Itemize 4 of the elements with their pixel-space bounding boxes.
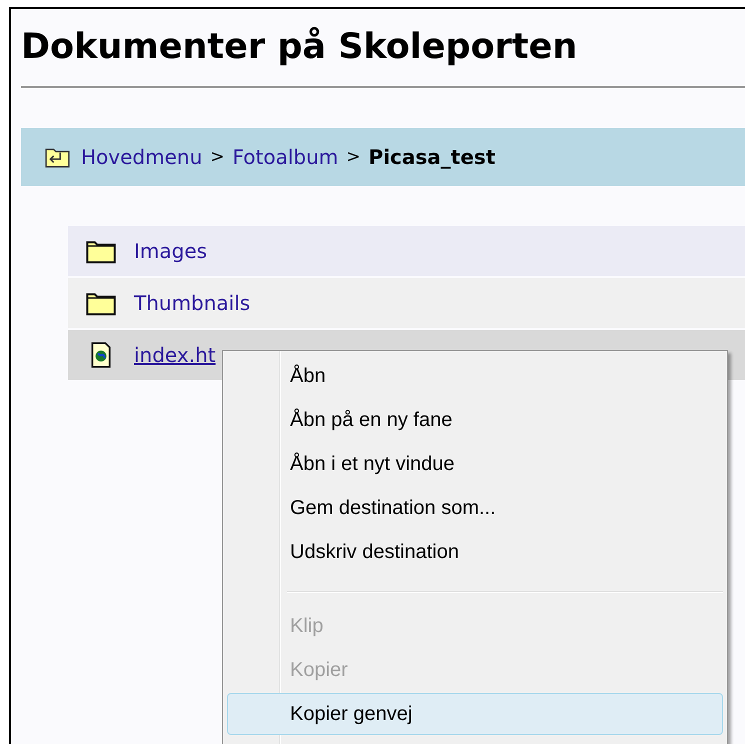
breadcrumb-current: Picasa_test bbox=[368, 145, 496, 169]
page-title: Dokumenter på Skoleporten bbox=[20, 26, 578, 69]
breadcrumb-separator: > bbox=[210, 147, 224, 167]
breadcrumb-separator: > bbox=[346, 147, 361, 167]
